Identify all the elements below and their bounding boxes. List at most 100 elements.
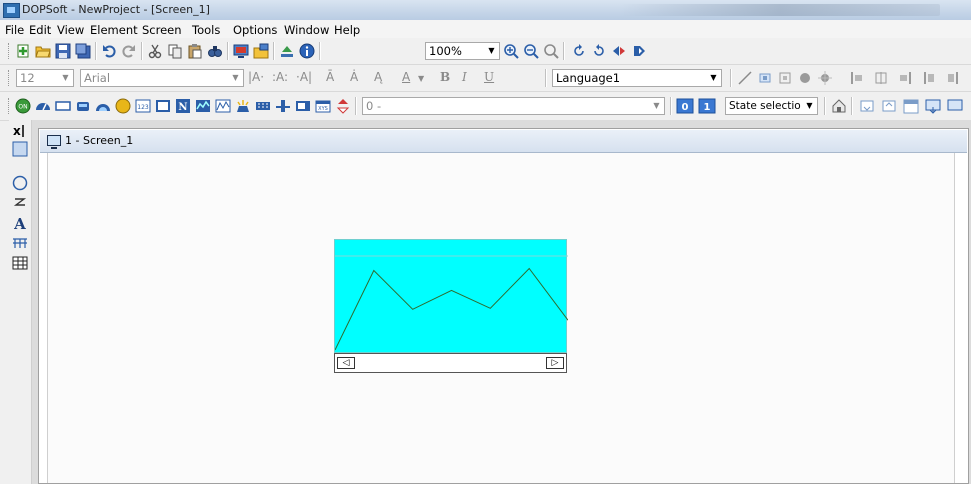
- standard-toolbar: 100% ▼: [0, 38, 971, 65]
- space-center-icon[interactable]: [872, 69, 890, 87]
- ellipse-tool-icon[interactable]: [11, 174, 29, 192]
- flip-horizontal-icon[interactable]: [610, 42, 628, 60]
- scale-tool-icon[interactable]: [11, 234, 29, 252]
- size-icon[interactable]: [920, 69, 938, 87]
- trend-graph-icon[interactable]: [194, 97, 212, 115]
- line-tool-icon[interactable]: [736, 69, 754, 87]
- rotate-right-icon[interactable]: [590, 42, 608, 60]
- pipe-element-icon[interactable]: [74, 97, 92, 115]
- cut-icon[interactable]: [146, 42, 164, 60]
- save-icon[interactable]: [54, 42, 72, 60]
- size-icon-2[interactable]: [944, 69, 962, 87]
- bold-icon[interactable]: B: [440, 70, 450, 84]
- language-select[interactable]: Language1 ▼: [552, 69, 722, 87]
- align-left-icon[interactable]: |A·: [248, 70, 264, 84]
- flip-vertical-icon[interactable]: [630, 42, 648, 60]
- align-right-icon[interactable]: ·A|: [296, 70, 312, 84]
- valign-bottom-icon[interactable]: Ą: [374, 70, 382, 84]
- space-right-icon[interactable]: [896, 69, 914, 87]
- menu-file[interactable]: File: [5, 23, 24, 37]
- bar-element-icon[interactable]: [54, 97, 72, 115]
- info-icon[interactable]: [298, 42, 316, 60]
- range-select[interactable]: 0 - ▼: [362, 97, 665, 115]
- open-icon[interactable]: [34, 42, 52, 60]
- lamp-element-icon[interactable]: [114, 97, 132, 115]
- valign-top-icon[interactable]: Ā: [326, 70, 334, 84]
- screen-icon[interactable]: [232, 42, 250, 60]
- menu-tools[interactable]: Tools: [192, 23, 220, 37]
- property-icon[interactable]: [830, 97, 848, 115]
- xy-chart-icon[interactable]: [214, 97, 232, 115]
- pie-element-icon[interactable]: [94, 97, 112, 115]
- state-select[interactable]: State selectio ▼: [725, 97, 818, 115]
- table-tool-icon[interactable]: [11, 254, 29, 272]
- menu-options[interactable]: Options: [233, 23, 277, 37]
- space-left-icon[interactable]: [848, 69, 866, 87]
- download-icon[interactable]: [924, 97, 942, 115]
- align-center-icon[interactable]: :A:: [272, 70, 288, 84]
- numeric-input-icon[interactable]: 123: [134, 97, 152, 115]
- calendar-icon[interactable]: [902, 97, 920, 115]
- compile-icon[interactable]: [278, 42, 296, 60]
- toolbar-grip[interactable]: [8, 43, 12, 59]
- trend-graph-element[interactable]: ◁ ▷: [334, 239, 569, 373]
- find-icon[interactable]: [206, 42, 224, 60]
- import-icon[interactable]: [858, 97, 876, 115]
- valign-middle-icon[interactable]: Ȧ: [350, 70, 358, 84]
- bring-front-icon[interactable]: [796, 69, 814, 87]
- menu-edit[interactable]: Edit: [29, 23, 51, 37]
- zoom-out-icon[interactable]: [522, 42, 540, 60]
- state-0-button[interactable]: 0: [676, 97, 694, 115]
- state-1-button[interactable]: 1: [698, 97, 716, 115]
- rectangle-tool-icon[interactable]: [11, 140, 29, 158]
- group-icon[interactable]: [776, 69, 794, 87]
- rotate-left-icon[interactable]: [570, 42, 588, 60]
- font-size-select[interactable]: 12 ▼: [16, 69, 74, 87]
- keypad-element-icon[interactable]: [254, 97, 272, 115]
- numeric-display-icon[interactable]: N: [174, 97, 192, 115]
- updown-element-icon[interactable]: [334, 97, 352, 115]
- italic-icon[interactable]: I: [462, 70, 467, 84]
- font-color-icon[interactable]: A: [402, 70, 410, 84]
- font-name-select[interactable]: Arial ▼: [80, 69, 244, 87]
- zoom-in-icon[interactable]: [502, 42, 520, 60]
- text-tool-icon[interactable]: A: [11, 214, 29, 232]
- select-tool-icon[interactable]: x: [11, 122, 29, 140]
- toolbar-grip[interactable]: [8, 98, 12, 114]
- underline-icon[interactable]: U: [484, 70, 494, 84]
- align-object-icon[interactable]: [756, 69, 774, 87]
- trend-line-svg: [334, 255, 569, 351]
- menu-view[interactable]: View: [57, 23, 84, 37]
- new-icon[interactable]: [14, 42, 32, 60]
- meter-element-icon[interactable]: [34, 97, 52, 115]
- slider-element-icon[interactable]: [274, 97, 292, 115]
- copy-icon[interactable]: [166, 42, 184, 60]
- zoom-fit-icon[interactable]: [542, 42, 560, 60]
- zoom-select[interactable]: 100% ▼: [425, 42, 500, 60]
- scroll-right-arrow-icon[interactable]: ▷: [546, 357, 564, 369]
- button-element-icon[interactable]: ON: [14, 97, 32, 115]
- menu-element[interactable]: Element: [90, 23, 138, 37]
- chevron-down-icon[interactable]: ▼: [418, 74, 424, 83]
- alarm-element-icon[interactable]: [234, 97, 252, 115]
- trend-scrollbar[interactable]: ◁ ▷: [334, 353, 567, 373]
- scroll-left-arrow-icon[interactable]: ◁: [337, 357, 355, 369]
- undo-icon[interactable]: [100, 42, 118, 60]
- upload-icon[interactable]: [946, 97, 964, 115]
- element-toolbar: ON 123 N XYS 0 - ▼ 0 1 State selectio ▼: [0, 92, 971, 121]
- menu-screen[interactable]: Screen: [142, 23, 182, 37]
- toolbar-grip[interactable]: [8, 70, 12, 86]
- input-element-icon[interactable]: [294, 97, 312, 115]
- character-display-icon[interactable]: [154, 97, 172, 115]
- menu-help[interactable]: Help: [334, 23, 360, 37]
- paste-icon[interactable]: [186, 42, 204, 60]
- document-tab[interactable]: 1 - Screen_1: [40, 130, 967, 153]
- save-all-icon[interactable]: [74, 42, 92, 60]
- date-element-icon[interactable]: XYS: [314, 97, 332, 115]
- menu-window[interactable]: Window: [284, 23, 329, 37]
- export-icon[interactable]: [880, 97, 898, 115]
- redo-icon[interactable]: [120, 42, 138, 60]
- send-back-icon[interactable]: [816, 69, 834, 87]
- open-screen-icon[interactable]: [252, 42, 270, 60]
- polyline-tool-icon[interactable]: [11, 194, 29, 212]
